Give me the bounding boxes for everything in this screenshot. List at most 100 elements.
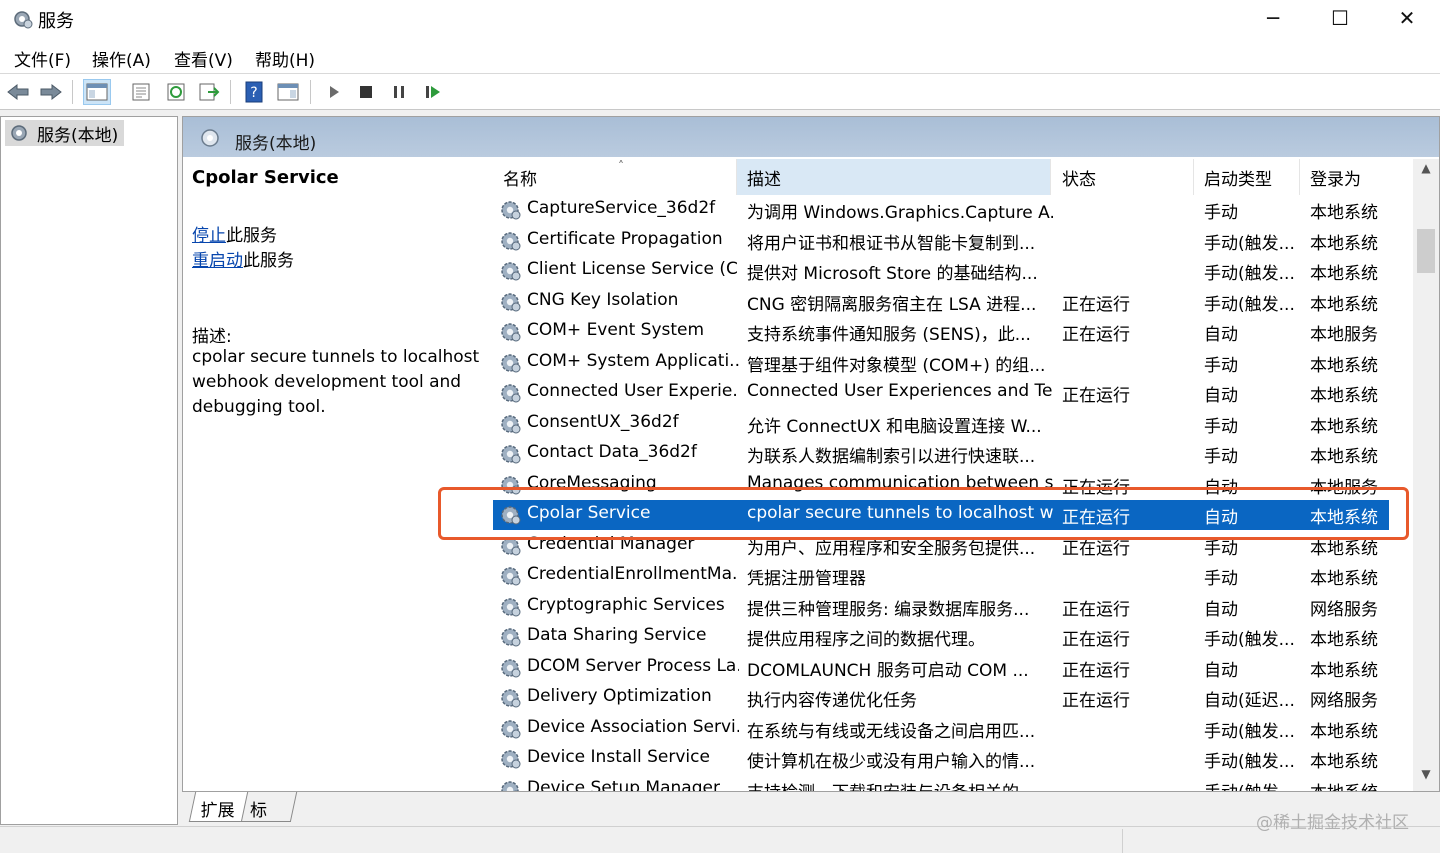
- service-gear-icon: [499, 534, 523, 558]
- restart-service-icon[interactable]: [419, 79, 447, 105]
- service-logon-cell: 本地系统: [1310, 721, 1378, 742]
- status-bar-divider: [1122, 829, 1123, 853]
- refresh-icon[interactable]: [162, 79, 190, 105]
- scroll-up-arrow-icon[interactable]: ▲: [1413, 161, 1439, 183]
- service-name-cell: CaptureService_36d2f: [527, 198, 716, 218]
- pause-service-icon[interactable]: [385, 79, 413, 105]
- show-console-tree-icon[interactable]: [83, 79, 111, 105]
- table-row[interactable]: COM+ Event System 支持系统事件通知服务 (SENS)，此... 正…: [493, 317, 1389, 347]
- service-description-cell: 管理基于组件对象模型 (COM+) 的组...: [747, 355, 1046, 376]
- scroll-down-arrow-icon[interactable]: ▼: [1413, 767, 1439, 789]
- tree-node-services-local[interactable]: 服务(本地): [5, 120, 125, 146]
- service-description-cell: 允许 ConnectUX 和电脑设置连接 W...: [747, 416, 1042, 437]
- service-name-cell: CNG Key Isolation: [527, 289, 679, 310]
- service-description-cell: 支持检测、下载和安装与设备相关的...: [747, 778, 1053, 792]
- close-button[interactable]: ✕: [1374, 0, 1440, 36]
- export-list-icon[interactable]: [195, 79, 223, 105]
- column-header-description[interactable]: 描述: [737, 159, 1051, 195]
- table-row[interactable]: Data Sharing Service 提供应用程序之间的数据代理。 正在运行 手动…: [493, 622, 1389, 652]
- table-row[interactable]: Device Setup Manager 支持检测、下载和安装与设备相关的... 手…: [493, 775, 1389, 792]
- scrollbar-thumb[interactable]: [1417, 229, 1435, 273]
- service-startup-cell: 手动(触发...: [1204, 630, 1295, 650]
- service-status-cell: 正在运行: [1062, 599, 1130, 620]
- table-row[interactable]: Cpolar Service cpolar secure tunnels to l…: [493, 500, 1389, 530]
- column-header-description-label: 描述: [747, 169, 781, 190]
- service-status-cell: 正在运行: [1062, 325, 1130, 345]
- service-logon-cell: 本地系统: [1310, 752, 1378, 772]
- service-description-cell: Manages communication between s...: [747, 472, 1053, 493]
- service-detail-panel: Cpolar Service 停止此服务 重启动此服务 描述: cpolar s…: [183, 159, 483, 791]
- service-logon-cell: 本地系统: [1310, 416, 1378, 437]
- selected-service-name: Cpolar Service: [192, 167, 339, 188]
- service-startup-cell: 手动: [1204, 355, 1238, 376]
- service-gear-icon: [499, 412, 523, 436]
- menu-help[interactable]: 帮助(H): [255, 46, 315, 71]
- help-icon[interactable]: ?: [240, 79, 268, 105]
- minimize-button[interactable]: ─: [1240, 0, 1306, 36]
- table-row[interactable]: ConsentUX_36d2f 允许 ConnectUX 和电脑设置连接 W...…: [493, 409, 1389, 439]
- service-name-cell: CoreMessaging: [527, 472, 657, 493]
- table-row[interactable]: Connected User Experie... Connected User …: [493, 378, 1389, 408]
- view-tabs: 扩展 标准: [182, 792, 482, 846]
- tab-extended[interactable]: 扩展: [188, 792, 250, 822]
- forward-icon[interactable]: [37, 79, 65, 105]
- start-service-icon[interactable]: [320, 79, 348, 105]
- show-action-pane-icon[interactable]: [274, 79, 302, 105]
- table-row[interactable]: Credential Manager 为用户、应用程序和安全服务包提供... 正在运…: [493, 531, 1389, 561]
- table-row[interactable]: Certificate Propagation 将用户证书和根证书从智能卡复制到.…: [493, 226, 1389, 256]
- service-description-cell: 支持系统事件通知服务 (SENS)，此...: [747, 325, 1031, 345]
- menu-file[interactable]: 文件(F): [14, 46, 71, 71]
- maximize-button[interactable]: ☐: [1307, 0, 1373, 36]
- service-description-cell: 为用户、应用程序和安全服务包提供...: [747, 538, 1036, 559]
- tab-extended-label: 扩展: [200, 801, 235, 821]
- service-logon-cell: 本地系统: [1310, 264, 1378, 284]
- table-row[interactable]: Client License Service (C... 提供对 Microsof…: [493, 256, 1389, 286]
- table-row[interactable]: Device Association Servi... 在系统与有线或无线设备之间…: [493, 714, 1389, 744]
- table-row[interactable]: CNG Key Isolation CNG 密钥隔离服务宿主在 LSA 进程...…: [493, 287, 1389, 317]
- services-gear-icon: [11, 125, 27, 141]
- window-title: 服务: [38, 11, 74, 32]
- service-startup-cell: 自动(延迟...: [1204, 691, 1295, 711]
- service-logon-cell: 本地服务: [1310, 325, 1378, 345]
- service-gear-icon: [499, 290, 523, 314]
- table-row[interactable]: Delivery Optimization 执行内容传递优化任务 正在运行 自动(延迟…: [493, 683, 1389, 713]
- table-row[interactable]: CoreMessaging Manages communication betwe…: [493, 470, 1389, 500]
- menu-view[interactable]: 查看(V): [174, 46, 233, 71]
- service-status-cell: 正在运行: [1062, 386, 1130, 406]
- table-row[interactable]: COM+ System Applicati... 管理基于组件对象模型 (COM+…: [493, 348, 1389, 378]
- column-header-startup-type[interactable]: 启动类型: [1194, 159, 1300, 195]
- service-gear-icon: [499, 595, 523, 619]
- menu-action[interactable]: 操作(A): [92, 46, 151, 71]
- service-gear-icon: [499, 747, 523, 771]
- service-gear-icon: [499, 259, 523, 283]
- column-header-logon-as[interactable]: 登录为: [1300, 159, 1400, 195]
- vertical-scrollbar[interactable]: ▲ ▼: [1413, 159, 1439, 791]
- sort-ascending-icon: ˄: [618, 159, 624, 173]
- service-description-cell: 在系统与有线或无线设备之间启用匹...: [747, 721, 1036, 742]
- back-icon[interactable]: [4, 79, 32, 105]
- service-name-cell: Device Association Servi...: [527, 716, 739, 737]
- properties-icon[interactable]: [127, 79, 155, 105]
- restart-service-link[interactable]: 重启动: [192, 251, 243, 271]
- table-row[interactable]: Cryptographic Services 提供三种管理服务: 编录数据库服务.…: [493, 592, 1389, 622]
- service-startup-cell: 自动: [1204, 599, 1238, 620]
- service-status-cell: 正在运行: [1062, 660, 1130, 681]
- column-header-name[interactable]: 名称 ˄: [493, 159, 737, 195]
- service-gear-icon: [499, 473, 523, 497]
- table-row[interactable]: CredentialEnrollmentMa... 凭据注册管理器 手动 本地系统: [493, 561, 1389, 591]
- column-header-startup-label: 启动类型: [1204, 169, 1272, 190]
- table-row[interactable]: Device Install Service 使计算机在极少或没有用户输入的情..…: [493, 744, 1389, 774]
- column-header-status[interactable]: 状态: [1052, 159, 1194, 195]
- service-startup-cell: 手动(触发...: [1204, 752, 1295, 772]
- pane-header: 服务(本地): [183, 117, 1439, 157]
- tab-standard[interactable]: 标准: [240, 792, 298, 846]
- stop-service-link[interactable]: 停止: [192, 226, 226, 246]
- table-row[interactable]: DCOM Server Process La... DCOMLAUNCH 服务可启…: [493, 653, 1389, 683]
- service-logon-cell: 本地系统: [1310, 386, 1378, 406]
- table-row[interactable]: Contact Data_36d2f 为联系人数据编制索引以进行快速联... 手动 本…: [493, 439, 1389, 469]
- service-startup-cell: 手动: [1204, 569, 1238, 589]
- service-gear-icon: [499, 656, 523, 680]
- service-gear-icon: [499, 320, 523, 344]
- table-row[interactable]: CaptureService_36d2f 为调用 Windows.Graphics…: [493, 195, 1389, 225]
- stop-service-icon[interactable]: [352, 79, 380, 105]
